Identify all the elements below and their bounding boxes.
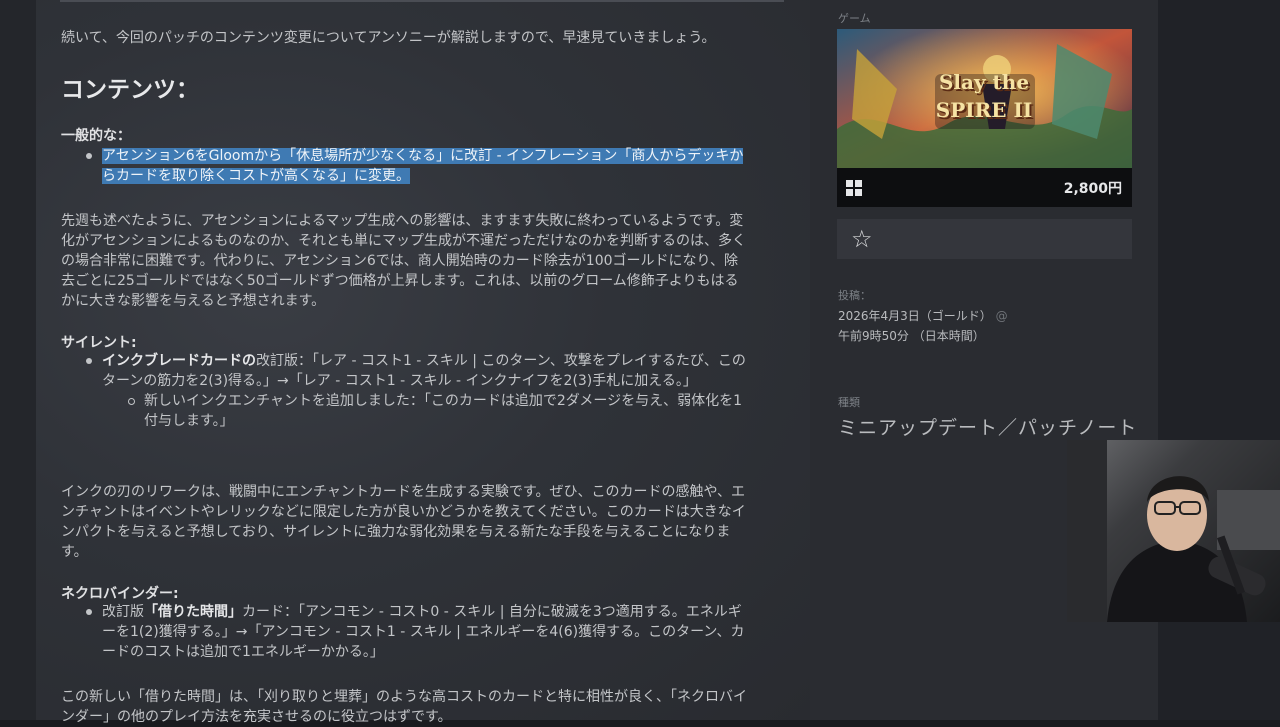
section-title-necrobinder: ネクロバインダー: bbox=[61, 586, 179, 602]
section-title-silent: サイレント: bbox=[61, 335, 137, 351]
intro-text: 続いて、今回のパッチのコンテンツ変更についてアンソニーが解説しますので、早速見て… bbox=[61, 30, 716, 46]
category-value[interactable]: ミニアップデート／パッチノート bbox=[838, 414, 1138, 442]
list-item-general[interactable]: アセンション6をGloomから「休息場所が少なくなる」に改訂 - インフレーショ… bbox=[102, 146, 784, 186]
category-label: 種類 bbox=[838, 396, 860, 409]
bullet-icon bbox=[86, 609, 92, 615]
game-card[interactable]: Slay the SPIRE II 2,800円 bbox=[837, 29, 1132, 207]
list-item-borrowed-time: 改訂版「借りた時間」カード：「アンコモン - コスト0 - スキル | 自分に破… bbox=[102, 604, 745, 660]
selected-text: アセンション6をGloomから「休息場所が少なくなる」に改訂 - インフレーショ… bbox=[102, 148, 744, 164]
bullet-icon bbox=[86, 153, 92, 159]
list-item-inkblade: インクブレードカードの改訂版：「レア - コスト1 - スキル | このターン、… bbox=[102, 353, 746, 389]
game-logo-text: Slay the SPIRE II bbox=[935, 70, 1033, 122]
paragraph-ascension: 先週も述べたように、アセンションによるマップ生成への影響は、ますます失敗に終わっ… bbox=[61, 213, 747, 309]
section-title-general: 一般的な： bbox=[61, 128, 131, 144]
paragraph-inkblade-rework: インクの刃のリワークは、戦闘中にエンチャントカードを生成する実験です。ぜひ、この… bbox=[61, 484, 746, 560]
webcam-person-image bbox=[1067, 440, 1280, 622]
posted-date: 2026年4月3日（ゴールド） @ bbox=[838, 309, 1008, 323]
posted-time: 午前9時50分 （日本時間） bbox=[838, 329, 985, 343]
sub-bullet-icon bbox=[128, 398, 135, 405]
favorite-button[interactable]: ☆ bbox=[837, 219, 1132, 259]
sub-list-item-ink-enchant: 新しいインクエンチャントを追加しました：「このカードは追加で2ダメージを与え、弱… bbox=[144, 393, 742, 429]
star-icon: ☆ bbox=[851, 225, 873, 253]
webcam-overlay bbox=[1067, 440, 1280, 622]
game-label: ゲーム bbox=[838, 12, 871, 25]
game-price: 2,800円 bbox=[1063, 181, 1122, 197]
windows-icon bbox=[846, 180, 862, 196]
price-row[interactable]: 2,800円 bbox=[837, 168, 1132, 207]
game-cover-art[interactable]: Slay the SPIRE II bbox=[837, 29, 1132, 168]
left-margin bbox=[0, 0, 36, 720]
selected-text: らカードを取り除くコストが高くなる」に変更。 bbox=[102, 168, 410, 184]
article-top-divider bbox=[60, 0, 784, 2]
paragraph-borrowed-time: この新しい「借りた時間」は、「刈り取りと埋葬」のような高コストのカードと特に相性… bbox=[61, 689, 747, 725]
section-heading-contents: コンテンツ： bbox=[61, 77, 199, 103]
bullet-icon bbox=[86, 358, 92, 364]
posted-label: 投稿： bbox=[838, 289, 871, 302]
